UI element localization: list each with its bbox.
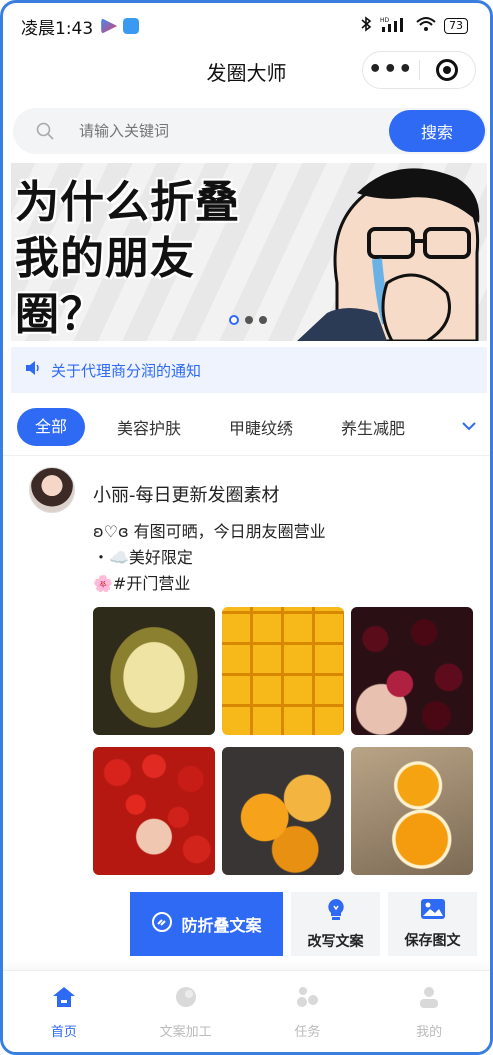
tasks-icon xyxy=(295,985,319,1013)
link-icon xyxy=(151,911,173,937)
status-bar: 凌晨1:43 HD 73 xyxy=(3,3,490,49)
carousel-indicator xyxy=(229,315,267,325)
post-line: 🌸#开门营业 xyxy=(93,574,191,593)
search-icon xyxy=(25,121,65,141)
image-icon xyxy=(420,898,446,924)
photo-tomato[interactable] xyxy=(93,747,215,875)
target-icon xyxy=(436,59,459,81)
battery-indicator: 73 xyxy=(444,18,468,34)
tabbar-item-copy-processing[interactable]: 文案加工 xyxy=(125,971,247,1052)
avatar[interactable] xyxy=(29,467,75,513)
chevron-down-icon[interactable] xyxy=(461,417,477,436)
photo-orange[interactable] xyxy=(222,747,344,875)
app-header: 发圈大师 ••• xyxy=(3,49,490,93)
tabbar-item-tasks[interactable]: 任务 xyxy=(247,971,369,1052)
photo-cherry[interactable] xyxy=(351,607,473,735)
tabbar-label-tasks: 任务 xyxy=(294,1025,321,1040)
photo-durian[interactable] xyxy=(93,607,215,735)
globe-icon xyxy=(174,985,198,1013)
save-post-label: 保存图文 xyxy=(404,933,461,949)
post-line: ʚ♡ɞ 有图可晒，今日朋友圈营业 xyxy=(93,522,326,541)
tab-all[interactable]: 全部 xyxy=(17,408,86,446)
status-app-icons xyxy=(101,18,140,34)
carousel-dot[interactable] xyxy=(245,316,253,324)
tabbar-label-copy-processing: 文案加工 xyxy=(159,1025,212,1040)
close-program-button[interactable] xyxy=(420,59,476,81)
tab-health-slimming[interactable]: 养生减肥 xyxy=(341,415,405,439)
photo-grid xyxy=(93,607,475,875)
anti-fold-copy-button[interactable]: 防折叠文案 xyxy=(130,892,283,956)
home-icon xyxy=(51,985,77,1013)
tabbar-label-home: 首页 xyxy=(50,1025,77,1040)
tabbar-item-home[interactable]: 首页 xyxy=(3,971,125,1052)
crying-man-illustration xyxy=(297,168,480,341)
svg-text:HD: HD xyxy=(380,17,390,24)
play-app-icon xyxy=(101,18,118,34)
photo-orange-halves[interactable] xyxy=(351,747,473,875)
wifi-icon xyxy=(416,16,436,36)
tab-beauty-skincare[interactable]: 美容护肤 xyxy=(117,415,181,439)
speaker-icon xyxy=(25,360,41,380)
lightbulb-icon xyxy=(325,897,347,925)
signal-icon: HD xyxy=(380,16,408,36)
post-actions: 防折叠文案 改写文案 保存图文 xyxy=(130,892,477,956)
more-menu-button[interactable]: ••• xyxy=(363,59,419,81)
rewrite-copy-button[interactable]: 改写文案 xyxy=(291,892,380,956)
divider xyxy=(3,455,490,456)
banner-line: 圈？ xyxy=(15,289,105,340)
grid-app-icon xyxy=(123,18,140,34)
rewrite-copy-label: 改写文案 xyxy=(307,934,364,950)
mini-program-capsule: ••• xyxy=(362,51,476,89)
category-tabs: 全部 美容护肤 甲睫纹绣 养生减肥 xyxy=(17,407,485,447)
post-author: 小丽-每日更新发圈素材 xyxy=(93,485,280,506)
tab-lash-tattoo[interactable]: 甲睫纹绣 xyxy=(229,415,293,439)
search-input[interactable] xyxy=(79,122,389,140)
banner-carousel[interactable]: 为什么折叠 我的朋友 圈？ xyxy=(11,163,487,341)
post-text: ʚ♡ɞ 有图可晒，今日朋友圈营业 ・☁️美好限定 🌸#开门营业 xyxy=(93,519,326,597)
status-right: HD 73 xyxy=(360,16,468,36)
bottom-tab-bar: 首页 文案加工 任务 我的 xyxy=(3,970,490,1052)
post-line: ・☁️美好限定 xyxy=(93,548,193,567)
save-post-button[interactable]: 保存图文 xyxy=(388,892,477,956)
anti-fold-copy-label: 防折叠文案 xyxy=(181,916,262,935)
notice-bar[interactable]: 关于代理商分润的通知 xyxy=(11,347,487,393)
user-icon xyxy=(417,985,441,1013)
banner-line: 为什么折叠 xyxy=(15,177,240,228)
tabbar-item-mine[interactable]: 我的 xyxy=(368,971,490,1052)
carousel-dot-active[interactable] xyxy=(229,315,239,325)
phone-frame: 凌晨1:43 HD 73 发圈大师 ••• 请输入关键词 搜索 为什么折叠 我的… xyxy=(0,0,493,1055)
tabbar-label-mine: 我的 xyxy=(416,1025,443,1040)
search-bar: 搜索 xyxy=(13,108,487,154)
status-time: 凌晨1:43 xyxy=(21,18,94,39)
carousel-dot[interactable] xyxy=(259,316,267,324)
bluetooth-icon xyxy=(360,16,372,36)
notice-text: 关于代理商分润的通知 xyxy=(51,361,202,380)
search-button[interactable]: 搜索 xyxy=(389,110,485,152)
banner-line: 我的朋友 xyxy=(15,233,195,284)
photo-mango[interactable] xyxy=(222,607,344,735)
